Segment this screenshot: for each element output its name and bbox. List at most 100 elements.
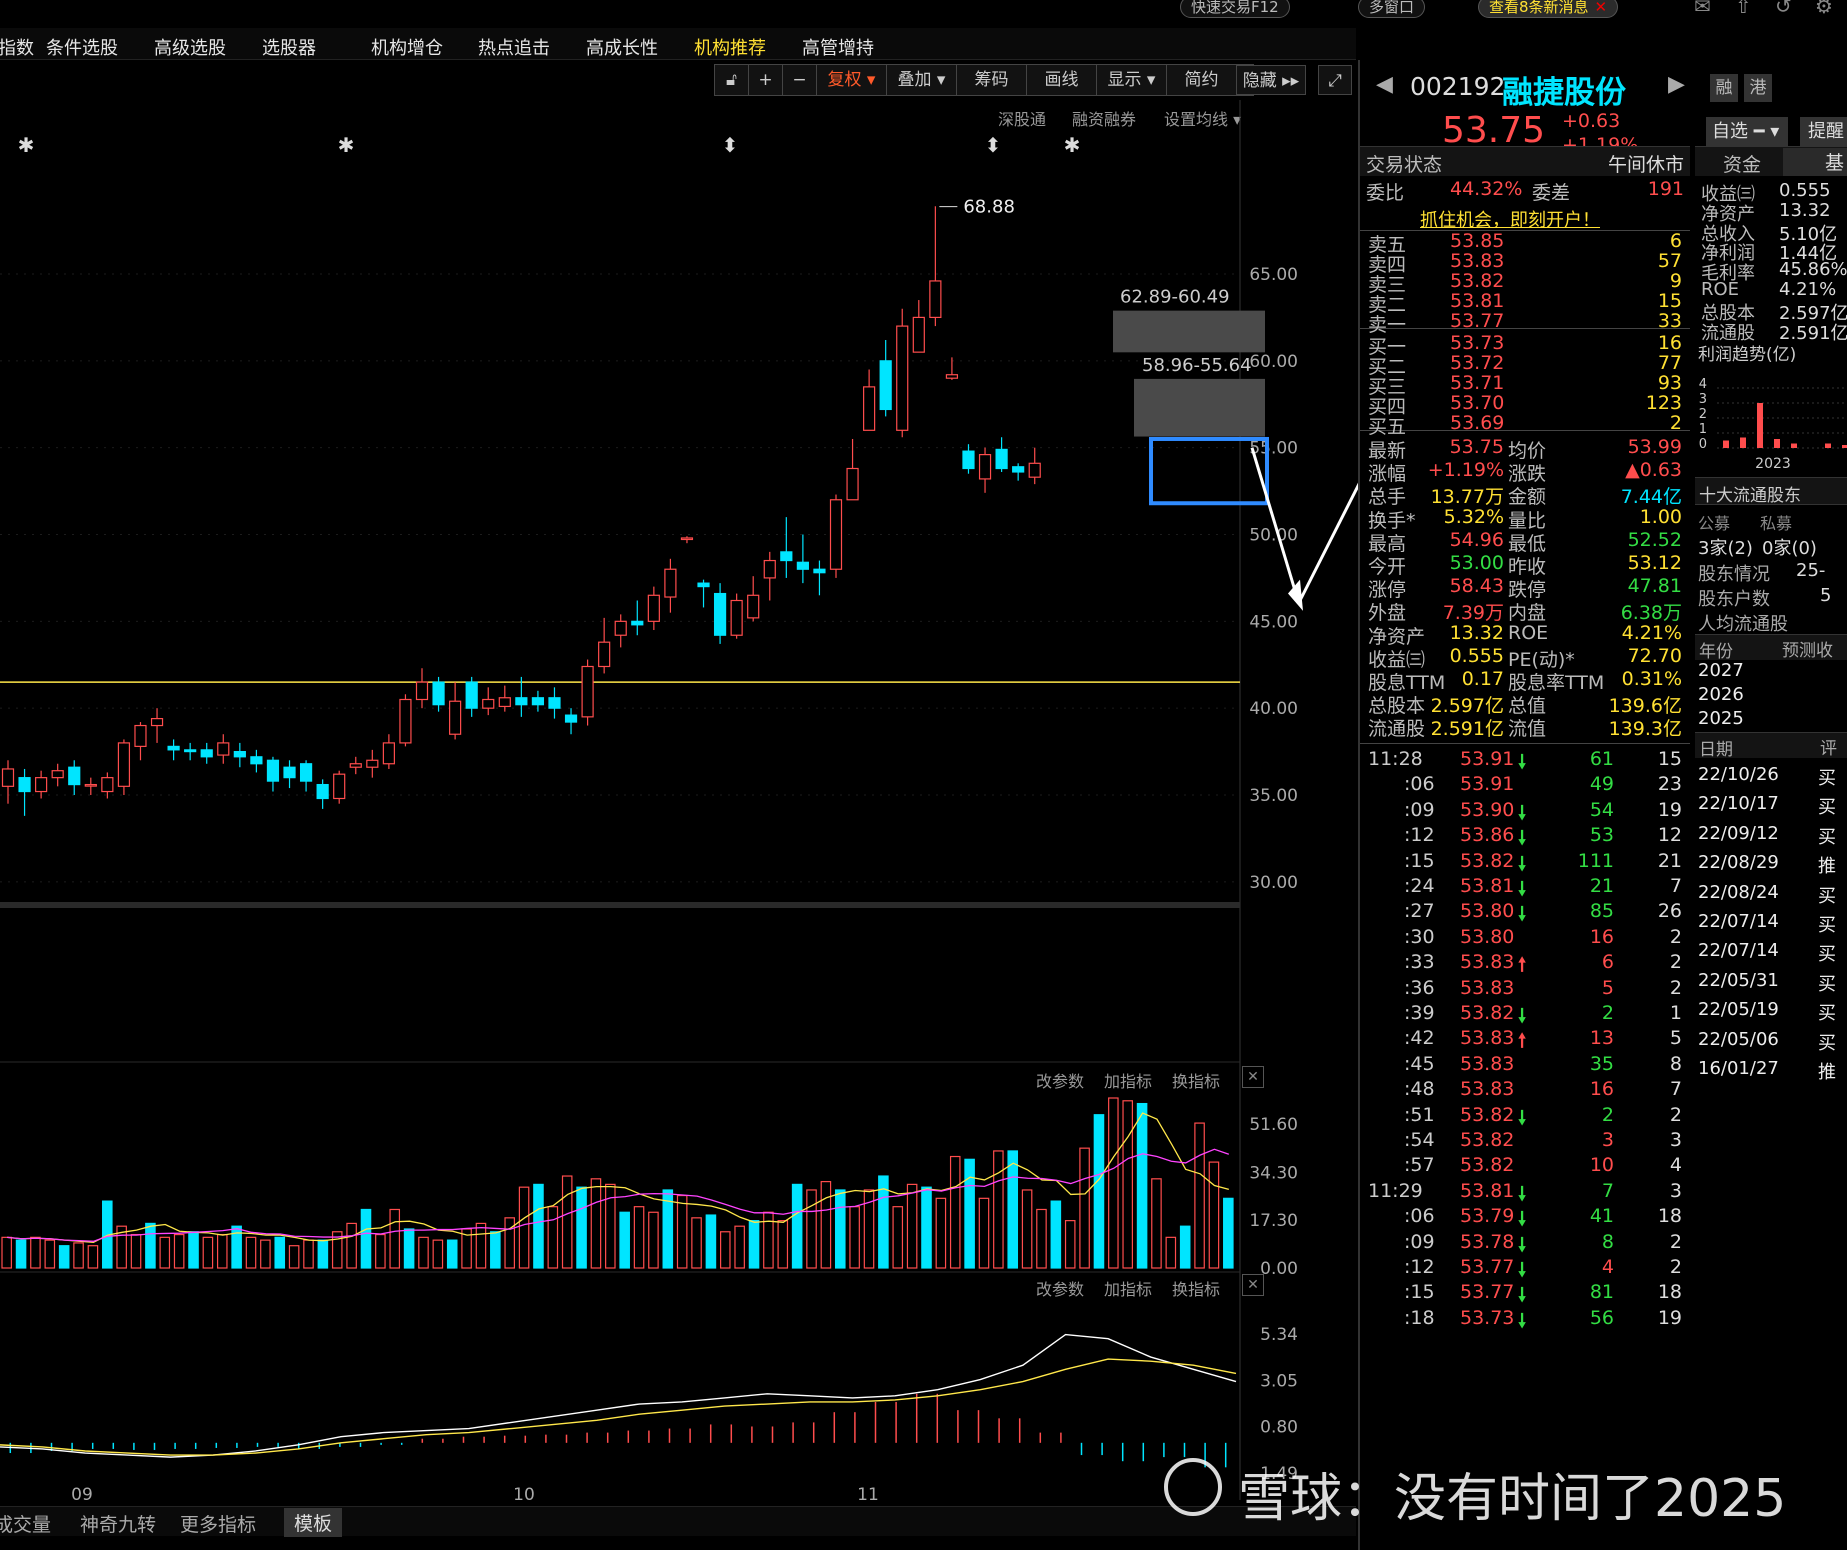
news-button[interactable]: 查看8条新消息 ✕: [1478, 0, 1619, 18]
zone-label: 58.96-55.64: [1142, 355, 1252, 376]
tick-row[interactable]: :39 53.82 🠗 2 1: [1360, 1002, 1690, 1027]
tick-row[interactable]: :12 53.77 🠗 4 2: [1360, 1256, 1690, 1281]
ask-row[interactable]: 卖五 53.85 6: [1360, 230, 1690, 256]
fin-label: 流通股: [1701, 322, 1755, 341]
tick-row[interactable]: :06 53.79 🠗 41 18: [1360, 1205, 1690, 1230]
tick-row[interactable]: :09 53.90 🠗 54 19: [1360, 799, 1690, 824]
tick-row[interactable]: :45 53.83 35 8: [1360, 1053, 1690, 1077]
tab-basic[interactable]: 基: [1783, 148, 1847, 176]
quote-value: 13.32: [1449, 621, 1504, 644]
candle-body: [299, 763, 313, 782]
event-marker-icon[interactable]: ⬍: [722, 133, 739, 157]
gang-tag[interactable]: 港: [1744, 74, 1772, 102]
close-icon[interactable]: ✕: [1595, 0, 1608, 16]
tick-row[interactable]: :51 53.82 🠗 2 2: [1360, 1103, 1690, 1129]
bottom-tabs: 成交量 神奇九转 更多指标 模板: [0, 1506, 1356, 1537]
level-volume: 9: [1669, 270, 1682, 292]
divider: [1360, 743, 1690, 744]
volume-bar: [389, 1208, 401, 1269]
event-marker-icon[interactable]: ✱: [18, 133, 35, 157]
volume-bar: [892, 1206, 904, 1269]
quote-value: +1.19%: [1427, 459, 1504, 482]
tick-row[interactable]: :48 53.83 16 7: [1360, 1078, 1690, 1102]
quote-value: 58.43: [1449, 575, 1504, 598]
tab-template[interactable]: 模板: [284, 1508, 343, 1537]
candle-body: [796, 561, 809, 570]
prev-stock-icon[interactable]: ◀: [1376, 72, 1393, 97]
bid-row[interactable]: 买二 53.72 77: [1360, 352, 1690, 378]
tick-price: 53.73: [1460, 1306, 1515, 1329]
tick-volume: 4: [1601, 1256, 1614, 1278]
tick-time: :45: [1404, 1052, 1435, 1075]
tick-volume: 2: [1601, 1103, 1614, 1126]
tab-volume[interactable]: 成交量: [0, 1510, 51, 1537]
main-chart[interactable]: 65.00 60.00 55.00 50.00 45.00 40.00 35.00 30.00…: [0, 0, 1358, 1550]
tick-row[interactable]: :15 53.82 🠗 111 21: [1360, 850, 1690, 875]
bid-row[interactable]: 买一 53.73 16: [1360, 332, 1690, 358]
ask-row[interactable]: 卖二 53.81 15: [1360, 290, 1690, 316]
next-stock-icon[interactable]: ▶: [1668, 72, 1685, 97]
tab-more-indicators[interactable]: 更多指标: [180, 1510, 256, 1537]
fin-row: 毛利率 45.86%: [1695, 259, 1847, 281]
tick-time: :51: [1404, 1103, 1435, 1126]
tick-row[interactable]: :09 53.78 🠗 8 2: [1360, 1230, 1690, 1256]
mail-icon[interactable]: ✉: [1694, 0, 1711, 18]
price-tick-label: 35.00: [1249, 786, 1298, 806]
tick-volume: 81: [1589, 1281, 1614, 1304]
tab-fund[interactable]: 资金: [1723, 150, 1761, 177]
profit-trend-title: 利润趋势(亿): [1698, 345, 1797, 365]
tick-row[interactable]: :06 53.91 49 23: [1360, 773, 1690, 797]
tick-row[interactable]: 11:28 53.91 🠗 61 15: [1360, 748, 1690, 773]
refresh-icon[interactable]: ↺: [1775, 0, 1792, 18]
tick-row[interactable]: :15 53.77 🠗 81 18: [1360, 1281, 1690, 1306]
tick-volume: 13: [1589, 1027, 1614, 1050]
tick-volume: 53: [1589, 824, 1614, 847]
tick-row[interactable]: :57 53.82 10 4: [1360, 1154, 1690, 1178]
tick-row[interactable]: :42 53.83 🠕 13 5: [1360, 1027, 1690, 1052]
candle-body: [150, 717, 164, 727]
fin-row: 净资产 13.32: [1695, 200, 1847, 222]
x-tick-label: 11: [857, 1485, 879, 1505]
tick-count: 19: [1657, 1306, 1682, 1329]
arrow-down-icon: 🠗: [1518, 1309, 1527, 1332]
bid-row[interactable]: 买三 53.71 93: [1360, 372, 1690, 398]
tick-row[interactable]: :30 53.80 16 2: [1360, 926, 1690, 950]
ask-row[interactable]: 卖四 53.83 57: [1360, 250, 1690, 276]
event-marker-icon[interactable]: ✱: [1064, 133, 1081, 157]
tab-magic-nine[interactable]: 神奇九转: [80, 1510, 156, 1537]
volume-bar: [691, 1217, 702, 1269]
tick-time: :48: [1404, 1078, 1435, 1101]
tick-volume: 8: [1601, 1230, 1614, 1253]
promo-link[interactable]: 抓住机会，即刻开户！: [1420, 206, 1600, 232]
settings-icon[interactable]: ⚙: [1815, 0, 1833, 18]
tick-time: :33: [1404, 951, 1435, 974]
multi-window-button[interactable]: 多窗口: [1358, 0, 1426, 18]
tick-row[interactable]: :36 53.83 5 2: [1360, 977, 1690, 1001]
tick-row[interactable]: :12 53.86 🠗 53 12: [1360, 824, 1690, 849]
quote-value: 54.96: [1449, 528, 1504, 551]
tick-row[interactable]: 11:29 53.81 🠗 7 3: [1360, 1180, 1690, 1205]
tick-row[interactable]: :27 53.80 🠗 85 26: [1360, 900, 1690, 925]
watchlist-button[interactable]: 自选 ━ ▾: [1706, 117, 1788, 147]
event-marker-icon[interactable]: ⬍: [985, 133, 1002, 157]
tick-row[interactable]: :54 53.82 3 3: [1360, 1129, 1690, 1153]
tick-count: 2: [1669, 951, 1682, 974]
tick-row[interactable]: :33 53.83 🠕 6 2: [1360, 951, 1690, 976]
rong-tag[interactable]: 融: [1710, 74, 1738, 102]
profit-bar: [1740, 437, 1746, 448]
tick-row[interactable]: :24 53.81 🠗 21 7: [1360, 875, 1690, 900]
remind-button[interactable]: 提醒: [1800, 117, 1847, 147]
resistance-zone: [1134, 378, 1265, 437]
level-price: 53.69: [1450, 412, 1505, 434]
ask-row[interactable]: 卖一 53.77 33: [1360, 310, 1690, 336]
upload-icon[interactable]: ⇧: [1735, 0, 1752, 18]
bid-row[interactable]: 买五 53.69 2: [1360, 412, 1690, 438]
tick-row[interactable]: :18 53.73 🠗 56 19: [1360, 1306, 1690, 1332]
level-price: 53.85: [1450, 230, 1505, 252]
candle-body: [598, 641, 611, 668]
bid-row[interactable]: 买四 53.70 123: [1360, 392, 1690, 418]
volume-bar: [58, 1245, 70, 1269]
event-marker-icon[interactable]: ✱: [338, 133, 355, 157]
arrow-head-icon: [1288, 579, 1303, 611]
ask-row[interactable]: 卖三 53.82 9: [1360, 270, 1690, 296]
